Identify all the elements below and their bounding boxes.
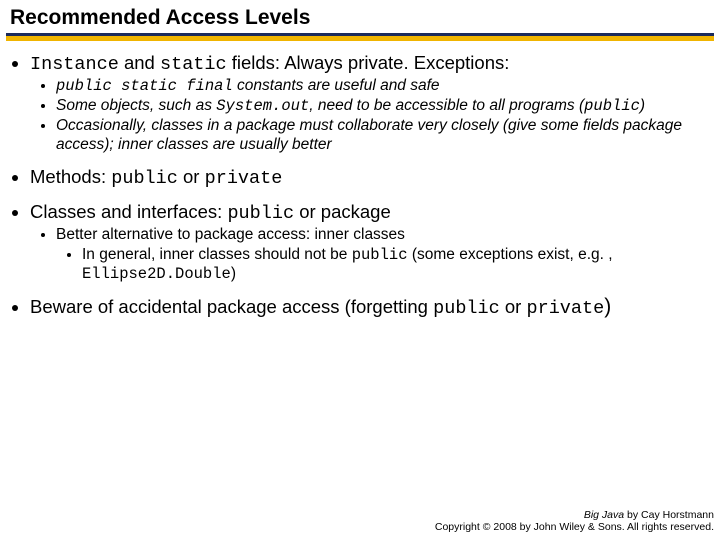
text: Methods: <box>30 166 111 187</box>
code-public: public <box>584 97 640 115</box>
text: and <box>119 52 160 73</box>
code-public: public <box>227 203 294 224</box>
sub-bullet-constants: public static final constants are useful… <box>56 77 708 96</box>
text: , need to be accessible to all programs … <box>309 97 584 114</box>
rule-gold <box>6 36 714 41</box>
footer-line1: Big Java by Cay Horstmann <box>435 509 714 522</box>
sub-bullet-inner-classes: Better alternative to package access: in… <box>56 226 708 284</box>
book-title: Big Java <box>584 509 624 521</box>
text: or package <box>294 201 391 222</box>
text: ) <box>604 295 611 318</box>
bullet-methods: Methods: public or private <box>30 165 708 190</box>
content-area: Instance and static fields: Always priva… <box>0 51 720 320</box>
code-public: public <box>111 168 178 189</box>
text: (some exceptions exist, e.g. , <box>408 246 613 263</box>
sub-bullet-collaborate: Occasionally, classes in a package must … <box>56 117 708 155</box>
sub-bullet-system-out: Some objects, such as System.out, need t… <box>56 97 708 116</box>
text: or <box>178 166 205 187</box>
code-system-out: System.out <box>216 97 309 115</box>
text: Better alternative to package access: in… <box>56 226 405 243</box>
subsub-bullets: In general, inner classes should not be … <box>56 246 708 284</box>
code-public: public <box>352 246 408 264</box>
code-instance: Instance <box>30 54 119 75</box>
code-public-static-final: public static final <box>56 77 233 95</box>
sub-bullets-3: Better alternative to package access: in… <box>30 226 708 284</box>
bullet-classes-interfaces: Classes and interfaces: public or packag… <box>30 200 708 284</box>
code-private: private <box>526 298 604 319</box>
code-ellipse2d: Ellipse2D.Double <box>82 265 231 283</box>
top-bullets: Instance and static fields: Always priva… <box>10 51 708 320</box>
sub-bullets-1: public static final constants are useful… <box>30 77 708 155</box>
code-static: static <box>160 54 227 75</box>
code-private: private <box>205 168 283 189</box>
text: In general, inner classes should not be <box>82 246 352 263</box>
subsub-bullet-not-public: In general, inner classes should not be … <box>82 246 708 284</box>
author: by Cay Horstmann <box>624 509 714 521</box>
footer: Big Java by Cay Horstmann Copyright © 20… <box>435 509 714 534</box>
text: Beware of accidental package access (for… <box>30 296 433 317</box>
text: Some objects, such as <box>56 97 216 114</box>
text: fields: Always private. Exceptions: <box>227 52 510 73</box>
text: constants are useful and safe <box>233 77 440 94</box>
bullet-instance-static: Instance and static fields: Always priva… <box>30 51 708 155</box>
text: ) <box>640 97 645 114</box>
slide-title: Recommended Access Levels <box>10 6 710 33</box>
text: Classes and interfaces: <box>30 201 227 222</box>
text: ) <box>231 265 236 282</box>
footer-copyright: Copyright © 2008 by John Wiley & Sons. A… <box>435 521 714 534</box>
bullet-beware: Beware of accidental package access (for… <box>30 294 708 320</box>
code-public: public <box>433 298 500 319</box>
text: or <box>500 296 527 317</box>
title-block: Recommended Access Levels <box>0 0 720 33</box>
